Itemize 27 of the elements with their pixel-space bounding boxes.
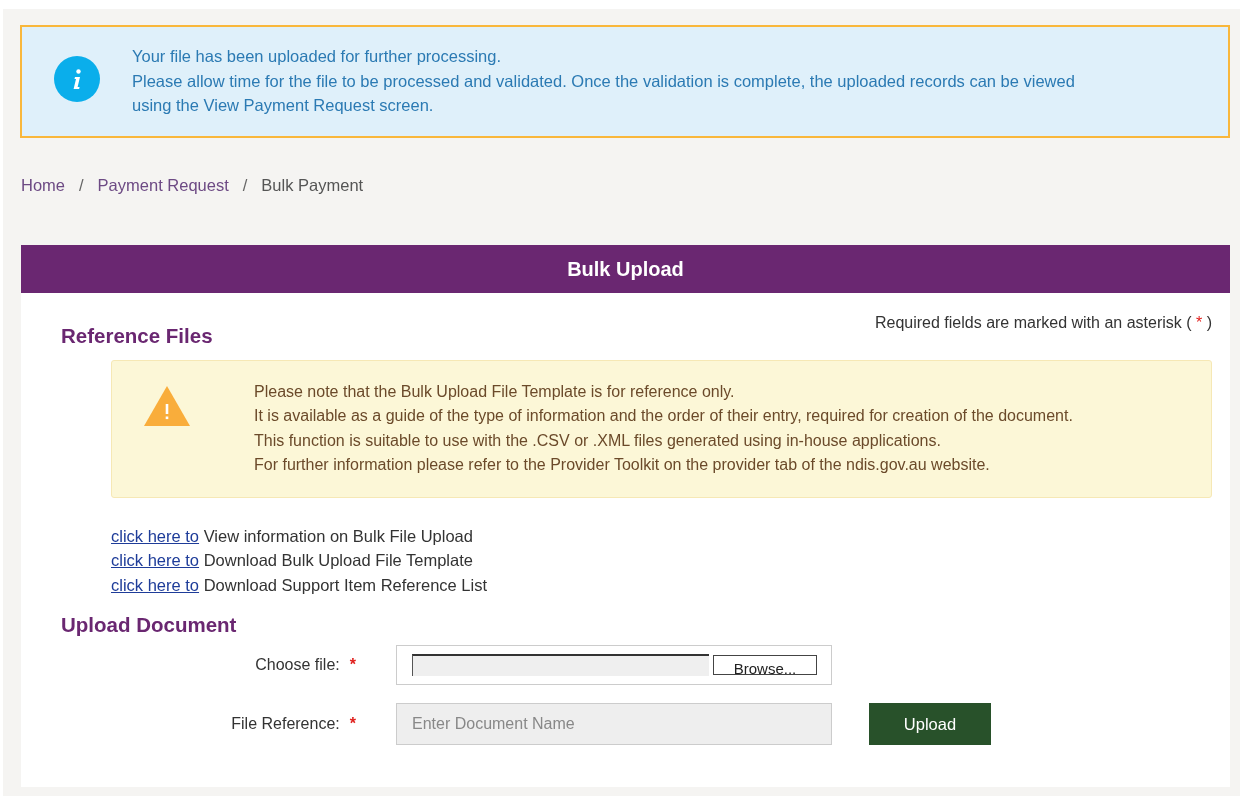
click-here-link[interactable]: click here to [111,575,200,594]
field-label: File Reference: [231,715,340,733]
breadcrumb-link[interactable]: Home [21,175,65,195]
link-description: click here to Download Support Item Reference List [111,574,489,596]
field-label: Choose file: [255,656,340,674]
file-input[interactable]: Browse... [396,645,832,685]
section-heading: Reference Files [61,323,213,348]
required-note: Required fields are marked with an asterisk ( * ) [874,313,1212,332]
panel-title: Bulk Upload [21,244,1230,293]
upload-button[interactable]: Upload [869,703,991,745]
breadcrumb-current: Bulk Payment [261,175,364,195]
link-description: click here to Download Bulk Upload File Template [111,550,474,571]
browse-button[interactable]: Browse... [713,655,817,675]
required-marker: * [349,656,356,674]
click-here-link[interactable]: click here to [111,526,200,545]
alert-message: Your file has been uploaded for further processing. Please allow time for the file to be processed and validated. Once the validation is complete, the uploaded records can be viewed using the View Payment Request screen. [132,46,1075,116]
click-here-link[interactable]: click here to [111,551,200,569]
warning-message: Please note that the Bulk Upload File Template is for reference only. It is available as a guide of the type of information and the order of their entry, required for creation of the document. This function is suitable to use with the .CSV or .XML files generated using in-house applications. For further information please refer to the Provider Toolkit on the provider tab of the ndis.gov.au website. [254,381,1073,475]
breadcrumb-separator: / [242,175,248,195]
section-heading: Upload Document [61,613,238,637]
breadcrumb-link[interactable]: Payment Request [97,175,229,195]
info-icon [54,56,100,102]
link-description: click here to View information on Bulk File Upload [111,525,474,547]
text-field[interactable]: Enter Document Name [396,703,832,745]
warning-icon [144,385,190,426]
required-marker: * [349,715,356,733]
breadcrumb-separator: / [79,175,84,195]
